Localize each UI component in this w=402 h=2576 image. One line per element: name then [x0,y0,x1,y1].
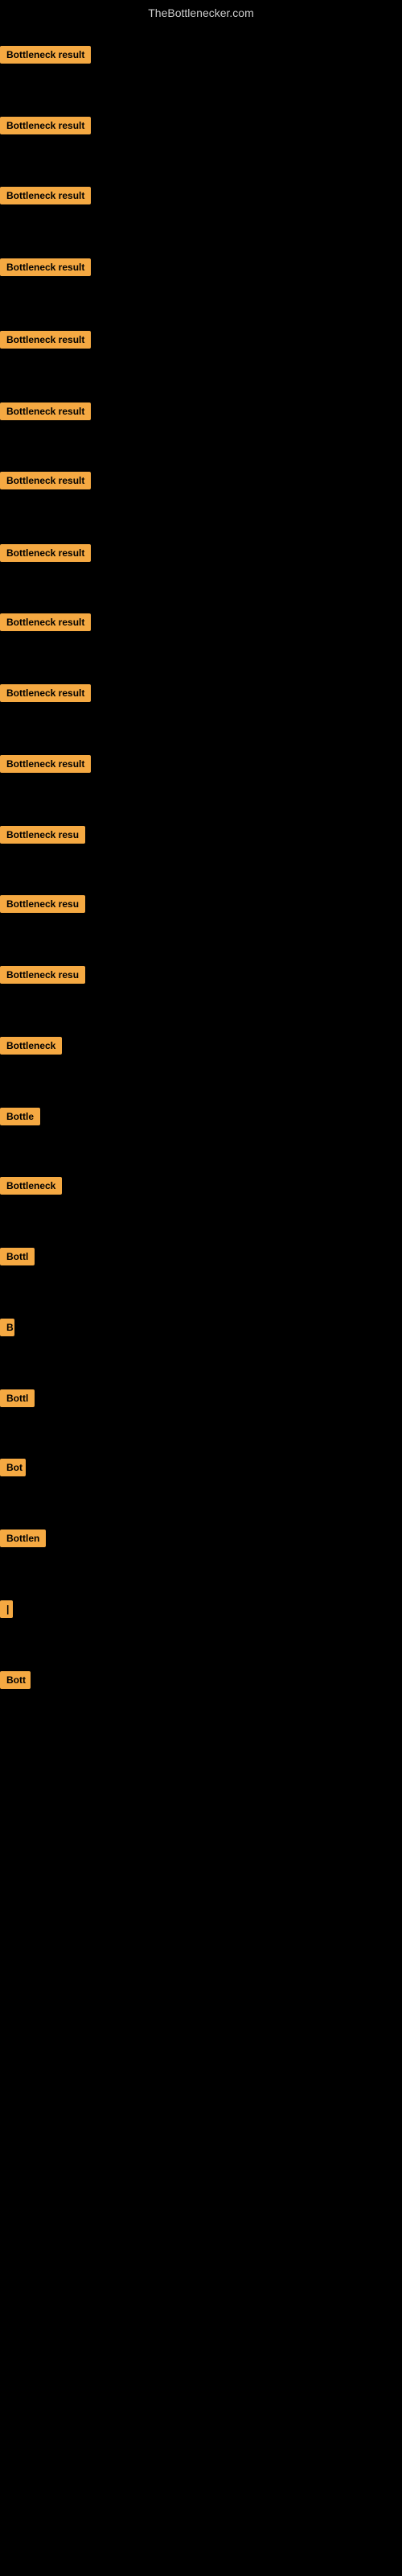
bottleneck-item-19: B [0,1319,14,1340]
bottleneck-item-1: Bottleneck result [0,46,91,68]
bottleneck-badge-10: Bottleneck result [0,684,91,702]
bottleneck-badge-16: Bottle [0,1108,40,1125]
bottleneck-item-16: Bottle [0,1108,40,1129]
bottleneck-badge-12: Bottleneck resu [0,826,85,844]
bottleneck-item-13: Bottleneck resu [0,895,85,917]
bottleneck-badge-1: Bottleneck result [0,46,91,64]
bottleneck-item-8: Bottleneck result [0,544,91,566]
bottleneck-item-2: Bottleneck result [0,117,91,138]
bottleneck-item-20: Bottl [0,1389,35,1411]
bottleneck-item-18: Bottl [0,1248,35,1269]
bottleneck-item-11: Bottleneck result [0,755,91,777]
bottleneck-badge-20: Bottl [0,1389,35,1407]
bottleneck-item-3: Bottleneck result [0,187,91,208]
bottleneck-badge-14: Bottleneck resu [0,966,85,984]
bottleneck-badge-2: Bottleneck result [0,117,91,134]
bottleneck-badge-3: Bottleneck result [0,187,91,204]
bottleneck-badge-21: Bot [0,1459,26,1476]
bottleneck-badge-5: Bottleneck result [0,331,91,349]
bottleneck-item-17: Bottleneck [0,1177,62,1199]
bottleneck-badge-18: Bottl [0,1248,35,1265]
bottleneck-item-6: Bottleneck result [0,402,91,424]
bottleneck-item-12: Bottleneck resu [0,826,85,848]
bottleneck-badge-22: Bottlen [0,1530,46,1547]
bottleneck-badge-4: Bottleneck result [0,258,91,276]
bottleneck-item-14: Bottleneck resu [0,966,85,988]
bottleneck-badge-24: Bott [0,1671,31,1689]
bottleneck-badge-7: Bottleneck result [0,472,91,489]
bottleneck-item-10: Bottleneck result [0,684,91,706]
bottleneck-badge-13: Bottleneck resu [0,895,85,913]
bottleneck-badge-17: Bottleneck [0,1177,62,1195]
bottleneck-badge-23: | [0,1600,13,1618]
bottleneck-badge-6: Bottleneck result [0,402,91,420]
bottleneck-item-5: Bottleneck result [0,331,91,353]
bottleneck-badge-15: Bottleneck [0,1037,62,1055]
bottleneck-item-22: Bottlen [0,1530,46,1551]
bottleneck-item-15: Bottleneck [0,1037,62,1059]
bottleneck-item-24: Bott [0,1671,31,1693]
site-title: TheBottlenecker.com [0,0,402,26]
bottleneck-badge-9: Bottleneck result [0,613,91,631]
bottleneck-badge-11: Bottleneck result [0,755,91,773]
bottleneck-item-4: Bottleneck result [0,258,91,280]
bottleneck-item-21: Bot [0,1459,26,1480]
bottleneck-badge-19: B [0,1319,14,1336]
bottleneck-item-23: | [0,1600,13,1622]
bottleneck-item-9: Bottleneck result [0,613,91,635]
bottleneck-badge-8: Bottleneck result [0,544,91,562]
bottleneck-item-7: Bottleneck result [0,472,91,493]
